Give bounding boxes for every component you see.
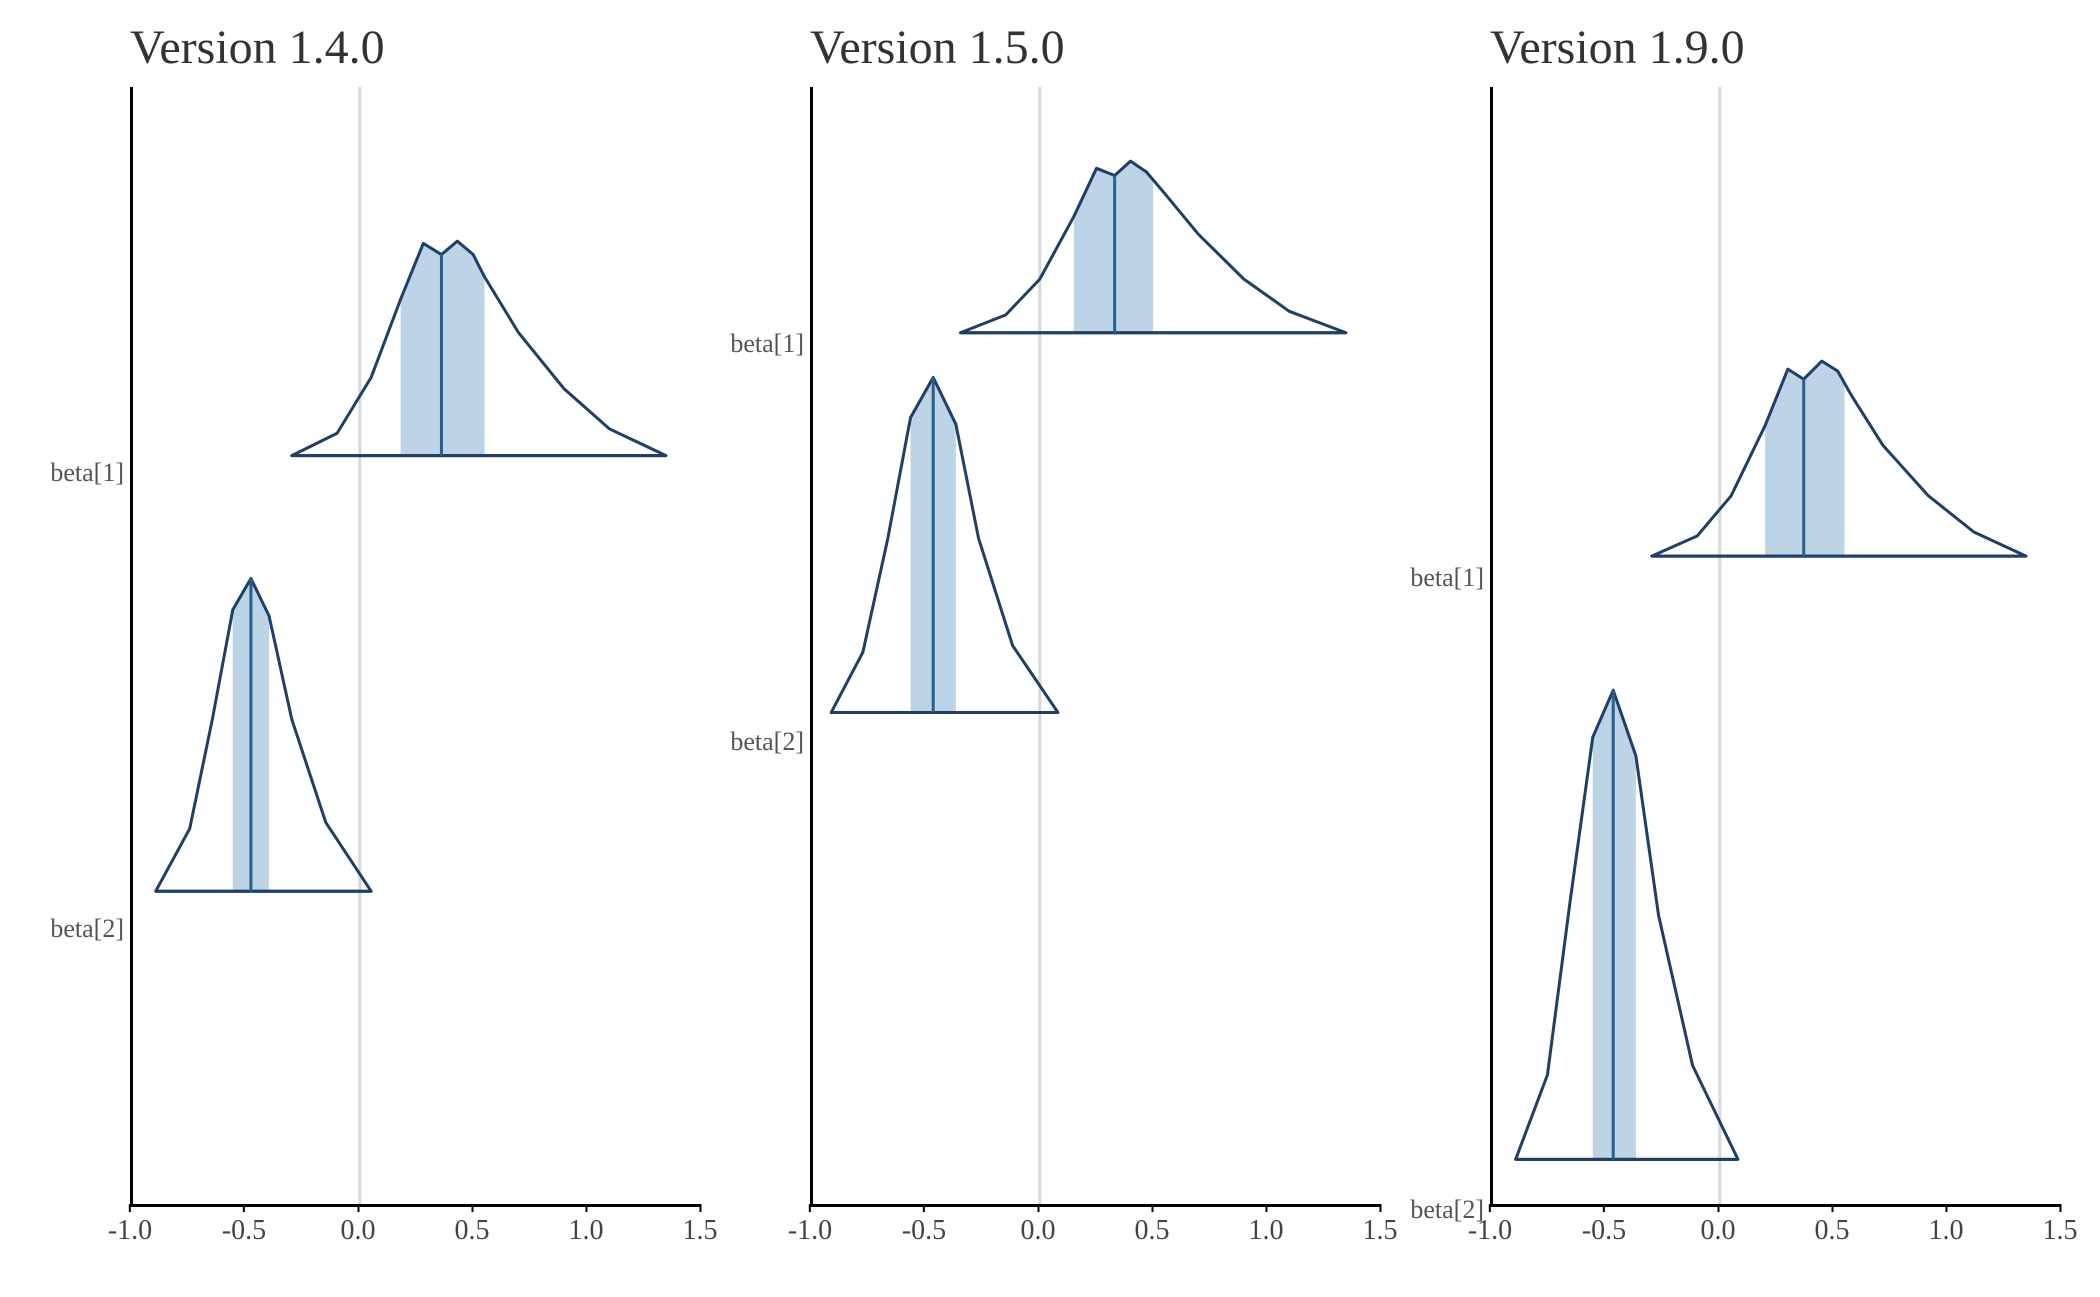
x-tick-label: 1.0 bbox=[1929, 1215, 1964, 1247]
y-tick-label: beta[1] bbox=[1410, 563, 1484, 593]
x-tick-label: -0.5 bbox=[1582, 1215, 1626, 1247]
x-tick-label: 1.5 bbox=[2043, 1215, 2078, 1247]
x-tick-label: 1.0 bbox=[569, 1215, 604, 1247]
x-axis: -1.0-0.50.00.51.01.5 bbox=[1490, 1207, 2060, 1257]
y-tick-label: beta[2] bbox=[50, 914, 124, 944]
panel-body: beta[1] beta[2] -1.0-0.50.00.51.01.5 bbox=[1400, 87, 2060, 1257]
plot-area bbox=[810, 87, 1380, 1207]
panel-body: beta[1] beta[2] -1.0-0.50.00.51.01.5 bbox=[720, 87, 1380, 1257]
y-tick-label: beta[1] bbox=[730, 329, 804, 359]
plot-svg bbox=[1493, 87, 2060, 1204]
x-tick-label: 0.5 bbox=[455, 1215, 490, 1247]
panel-title: Version 1.4.0 bbox=[130, 20, 700, 75]
x-tick-label: 1.5 bbox=[1363, 1215, 1398, 1247]
plot-area-wrap: -1.0-0.50.00.51.01.5 bbox=[810, 87, 1380, 1257]
y-axis-labels: beta[1] beta[2] bbox=[40, 87, 130, 1257]
x-axis: -1.0-0.50.00.51.01.5 bbox=[810, 1207, 1380, 1257]
panel-2: Version 1.9.0 beta[1] beta[2] -1.0 -0.5 0.… bbox=[1390, 20, 2070, 1257]
x-tick-label: 0.5 bbox=[1815, 1215, 1850, 1247]
x-tick-label: 0.0 bbox=[1021, 1215, 1056, 1247]
x-tick-label: -0.5 bbox=[902, 1215, 946, 1247]
x-tick-label: -1.0 bbox=[788, 1215, 832, 1247]
plot-svg bbox=[133, 87, 700, 1204]
y-tick-label: beta[2] bbox=[730, 727, 804, 757]
x-tick-label: 0.0 bbox=[1701, 1215, 1736, 1247]
y-axis-labels: beta[1] beta[2] bbox=[720, 87, 810, 1257]
y-axis-labels: beta[1] beta[2] bbox=[1400, 87, 1490, 1257]
plot-area-wrap: -1.0-0.50.00.51.01.5 bbox=[130, 87, 700, 1257]
panel-1: Version 1.5.0 beta[1] beta[2] -1.0 -0.5 0.… bbox=[710, 20, 1390, 1257]
x-axis: -1.0-0.50.00.51.01.5 bbox=[130, 1207, 700, 1257]
x-tick-label: 0.0 bbox=[341, 1215, 376, 1247]
panel-title: Version 1.9.0 bbox=[1490, 20, 2060, 75]
x-tick-label: 1.5 bbox=[683, 1215, 718, 1247]
figure: Version 1.4.0 beta[1] beta[2] -1.0 -0.5 0.… bbox=[0, 0, 2100, 1297]
plot-area bbox=[1490, 87, 2060, 1207]
x-tick-label: 1.0 bbox=[1249, 1215, 1284, 1247]
panel-title: Version 1.5.0 bbox=[810, 20, 1380, 75]
x-tick-label: -1.0 bbox=[108, 1215, 152, 1247]
x-tick-label: 0.5 bbox=[1135, 1215, 1170, 1247]
plot-svg bbox=[813, 87, 1380, 1204]
panel-0: Version 1.4.0 beta[1] beta[2] -1.0 -0.5 0.… bbox=[30, 20, 710, 1257]
panel-body: beta[1] beta[2] -1.0-0.50.00.51.01.5 bbox=[40, 87, 700, 1257]
plot-area-wrap: -1.0-0.50.00.51.01.5 bbox=[1490, 87, 2060, 1257]
y-tick-label: beta[1] bbox=[50, 458, 124, 488]
x-tick-label: -0.5 bbox=[222, 1215, 266, 1247]
plot-area bbox=[130, 87, 700, 1207]
x-tick-label: -1.0 bbox=[1468, 1215, 1512, 1247]
